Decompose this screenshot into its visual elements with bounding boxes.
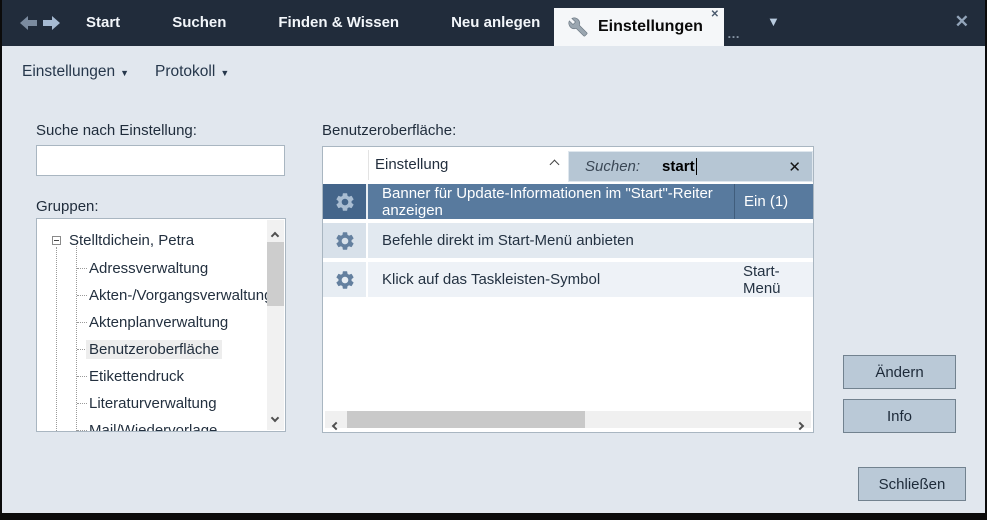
tree-connector-stub [77, 295, 87, 296]
groups-tree: Stelltdichein, Petra Adressverwaltung Ak… [36, 218, 286, 432]
active-tab-label: Einstellungen [598, 18, 703, 36]
scroll-down-icon[interactable] [272, 408, 278, 426]
table-row[interactable]: Klick auf das Taskleisten-Symbol Start-M… [323, 262, 813, 297]
menu-einstellungen[interactable]: Einstellungen ▼ [22, 63, 129, 81]
titlebar: Start Suchen Finden & Wissen Neu anlegen… [2, 0, 985, 46]
chevron-down-icon: ▼ [220, 68, 229, 78]
setting-value: Ein (1) [734, 184, 813, 219]
tree-item-literaturverwaltung[interactable]: Literaturverwaltung [89, 395, 217, 412]
setting-name: Banner für Update-Informationen im "Star… [368, 184, 734, 219]
tree-item-benutzeroberflaeche[interactable]: Benutzeroberfläche [86, 340, 222, 359]
setting-icon-cell [323, 184, 368, 219]
chevron-down-icon: ▼ [120, 68, 129, 78]
table-search-box[interactable]: Suchen: start ✕ [568, 151, 813, 182]
table-horizontal-scrollbar[interactable] [325, 411, 811, 428]
tab-overflow-dropdown-icon[interactable]: ▼ [767, 14, 780, 29]
info-button[interactable]: Info [843, 399, 956, 433]
table-search-label: Suchen: [585, 158, 640, 175]
tab-neu-anlegen[interactable]: Neu anlegen [425, 0, 566, 46]
window-close-icon[interactable]: ✕ [955, 12, 969, 32]
menu-protokoll-label: Protokoll [155, 63, 215, 81]
groups-label: Gruppen: [36, 198, 99, 215]
tree-vertical-scrollbar[interactable] [267, 220, 284, 430]
tree-connector-stub [77, 430, 87, 431]
settings-group-title: Benutzeroberfläche: [322, 122, 456, 139]
tab-strip: Start Suchen Finden & Wissen Neu anlegen [60, 0, 566, 46]
back-arrow-icon[interactable] [20, 16, 37, 30]
setting-value: Start-Menü [734, 262, 813, 297]
forward-arrow-icon[interactable] [43, 16, 60, 30]
scroll-left-icon[interactable] [333, 416, 339, 434]
tab-suchen[interactable]: Suchen [146, 0, 252, 46]
setting-value [734, 223, 813, 258]
tree-item-etikettendruck[interactable]: Etikettendruck [89, 368, 184, 385]
menu-protokoll[interactable]: Protokoll ▼ [155, 63, 229, 81]
tree-item-mail-wiedervorlage[interactable]: Mail/Wiedervorlage [89, 422, 217, 432]
column-divider [368, 150, 369, 180]
scrollbar-thumb[interactable] [347, 411, 585, 428]
scroll-right-icon[interactable] [797, 416, 803, 434]
setting-name: Befehle direkt im Start-Menü anbieten [368, 223, 734, 258]
tab-einstellungen-active[interactable]: Einstellungen ✕ [554, 8, 724, 46]
tree-connector-stub [77, 403, 87, 404]
settings-window: Start Suchen Finden & Wissen Neu anlegen… [0, 0, 987, 520]
table-row[interactable]: Befehle direkt im Start-Menü anbieten [323, 223, 813, 258]
setting-icon-cell [323, 223, 368, 258]
schliessen-button[interactable]: Schließen [858, 467, 966, 501]
gear-icon [334, 230, 356, 252]
nav-arrows [20, 16, 60, 30]
tree-connector-line [56, 247, 57, 431]
tree-item-adressverwaltung[interactable]: Adressverwaltung [89, 260, 208, 277]
menubar: Einstellungen ▼ Protokoll ▼ [2, 46, 985, 98]
tab-finden-wissen[interactable]: Finden & Wissen [252, 0, 425, 46]
scrollbar-thumb[interactable] [267, 242, 284, 306]
tab-start[interactable]: Start [60, 0, 146, 46]
table-search-value[interactable]: start [662, 158, 695, 175]
tree-root-item[interactable]: Stelltdichein, Petra [69, 232, 194, 249]
text-cursor [696, 158, 697, 175]
search-setting-input[interactable] [36, 145, 285, 176]
menu-einstellungen-label: Einstellungen [22, 63, 115, 81]
tab-close-icon[interactable]: ✕ [711, 9, 719, 20]
tree-item-akten-vorgangsverwaltung[interactable]: Akten-/Vorgangsverwaltung [89, 287, 272, 304]
setting-icon-cell [323, 262, 368, 297]
tree-collapse-icon[interactable] [52, 236, 61, 245]
search-close-icon[interactable]: ✕ [788, 158, 801, 176]
tree-item-aktenplanverwaltung[interactable]: Aktenplanverwaltung [89, 314, 228, 331]
setting-name: Klick auf das Taskleisten-Symbol [368, 262, 734, 297]
tree-connector-stub [77, 268, 87, 269]
sort-ascending-icon [550, 160, 560, 170]
column-header-label: Einstellung [375, 156, 448, 173]
gear-icon [334, 269, 356, 291]
gear-icon [334, 191, 356, 213]
wrench-icon [568, 17, 588, 37]
tree-connector-stub [77, 322, 87, 323]
table-row[interactable]: Banner für Update-Informationen im "Star… [323, 184, 813, 219]
tree-connector-stub [77, 376, 87, 377]
aendern-button[interactable]: Ändern [843, 355, 956, 389]
settings-table: Einstellung Suchen: start ✕ Banner für U… [322, 146, 814, 433]
tab-overflow-ellipsis: … [727, 26, 742, 41]
search-setting-label: Suche nach Einstellung: [36, 122, 197, 139]
